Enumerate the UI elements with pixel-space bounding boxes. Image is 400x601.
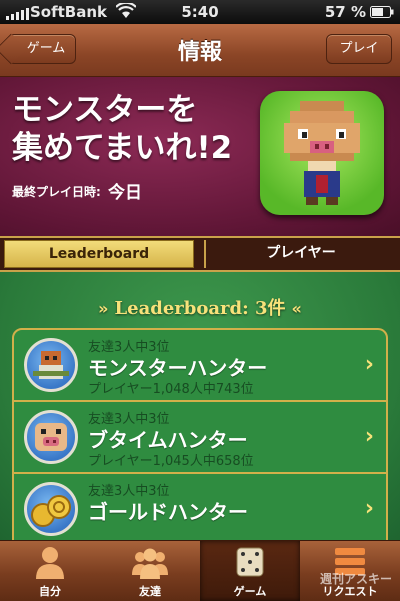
battery-percent: 57 %: [324, 3, 366, 21]
chevron-right-icon: ›: [364, 496, 374, 521]
tab-label: 自分: [39, 585, 61, 598]
watermark: 週刊アスキー: [319, 572, 392, 586]
last-played-label: 最終プレイ日時:: [12, 185, 101, 199]
play-button[interactable]: プレイ: [326, 34, 392, 64]
game-icon: [260, 91, 384, 215]
status-bar: SoftBank 5:40 57 %: [0, 0, 400, 24]
tab-label: ゲーム: [233, 585, 267, 598]
double-chevron-right-icon: »: [98, 299, 109, 318]
game-title: モンスターを 集めてまいれ!2: [12, 91, 262, 167]
tab-games[interactable]: ゲーム: [200, 541, 300, 601]
player-segment[interactable]: プレイヤー: [204, 240, 396, 268]
pig-icon: [24, 410, 78, 464]
chevron-right-icon: ›: [364, 424, 374, 449]
pig-monster-game-icon: [284, 101, 360, 205]
player-rank: プレイヤー1,048人中743位: [88, 382, 254, 397]
leaderboard-row[interactable]: 友達3人中3位 ゴールドハンター ›: [14, 474, 386, 546]
leaderboard-count: Leaderboard: 3件: [114, 298, 286, 319]
tab-label: 友達: [139, 585, 161, 598]
last-played-value: 今日: [108, 183, 142, 203]
gold-coins-icon: [24, 482, 78, 536]
player-rank: プレイヤー1,045人中658位: [88, 454, 254, 469]
game-title-line1: モンスターを: [12, 92, 198, 128]
navigation-bar: ゲーム 情報 プレイ: [0, 24, 400, 77]
double-chevron-left-icon: «: [291, 299, 302, 318]
segmented-control: Leaderboard プレイヤー: [0, 236, 400, 272]
person-icon: [36, 547, 64, 579]
leaderboard-row[interactable]: 友達3人中3位 モンスターハンター プレイヤー1,048人中743位 ›: [14, 330, 386, 402]
chevron-right-icon: ›: [364, 352, 374, 377]
tab-friends[interactable]: 友達: [100, 541, 200, 601]
leaderboard-name: ブタイムハンター: [88, 428, 248, 452]
leaderboard-name: ゴールドハンター: [88, 500, 248, 524]
leaderboard-header: » Leaderboard: 3件 «: [0, 294, 400, 320]
leaderboard-list: 友達3人中3位 モンスターハンター プレイヤー1,048人中743位 › 友達3…: [12, 328, 388, 568]
friends-icon: [132, 548, 168, 579]
leaderboard-row[interactable]: 友達3人中3位 ブタイムハンター プレイヤー1,045人中658位 ›: [14, 402, 386, 474]
leaderboard-area: » Leaderboard: 3件 « 友達3人中3位 モンスターハンター プレイヤ…: [0, 272, 400, 568]
leaderboard-name: モンスターハンター: [88, 356, 268, 380]
leaderboard-segment[interactable]: Leaderboard: [4, 240, 194, 268]
warrior-icon: [24, 338, 78, 392]
tab-me[interactable]: 自分: [0, 541, 100, 601]
battery-icon: [370, 6, 394, 18]
game-title-line2: 集めてまいれ!2: [12, 130, 233, 166]
dice-icon: [236, 547, 264, 577]
game-banner: モンスターを 集めてまいれ!2 最終プレイ日時: 今日: [0, 77, 400, 236]
